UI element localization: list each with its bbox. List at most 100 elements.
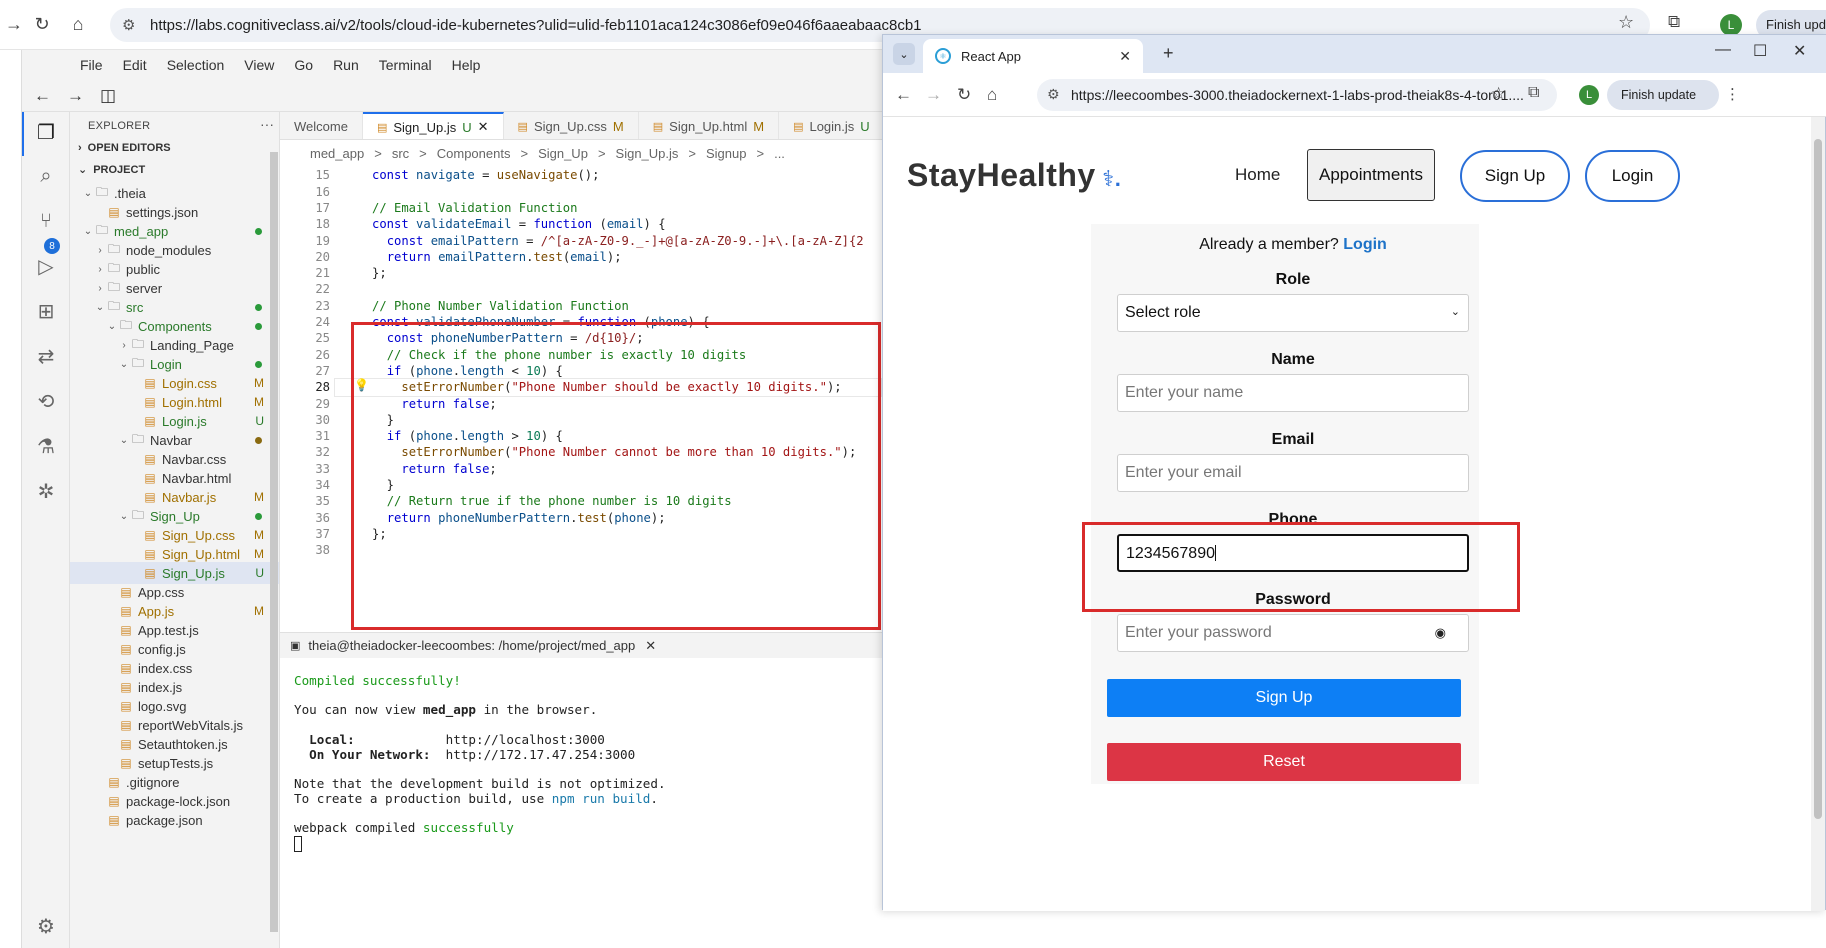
editor-tab[interactable]: ▤ Sign_Up.js U ✕ [362,112,504,139]
explorer-title: EXPLORER [88,120,151,132]
run-debug-icon[interactable]: ▷ [32,252,60,280]
home-icon[interactable]: ⌂ [987,85,997,105]
menu-item[interactable]: View [244,57,274,73]
explorer-icon[interactable]: ❐ [32,118,60,146]
menu-item[interactable]: Terminal [379,57,432,73]
bookmark-star-icon[interactable]: ☆ [1618,12,1634,33]
file-icon: ▤ [144,395,156,409]
terminal-line: On Your Network: http://172.17.47.254:30… [309,746,636,762]
browser-tab-react-app[interactable]: ⚛ React App ✕ [923,39,1143,73]
browser-scrollbar[interactable] [1811,117,1825,911]
code-line: }; [372,266,387,281]
editor-tab[interactable]: Welcome [280,112,363,139]
breadcrumb-separator: > [597,145,606,161]
menu-item[interactable]: File [80,57,103,73]
file-icon: ▤ [108,205,120,219]
breadcrumb-item[interactable]: Sign_Up [538,146,588,161]
search-icon[interactable]: ⌕ [32,162,60,190]
open-editors-section[interactable]: › OPEN EDITORS [78,142,171,154]
login-link[interactable]: Login [1343,236,1387,253]
bookmark-star-icon[interactable]: ☆ [1491,84,1506,104]
breadcrumb-item[interactable]: src [392,146,409,161]
forward-arrow-icon[interactable]: → [67,86,84,106]
scrollbar-thumb[interactable] [1814,139,1822,819]
site-info-icon[interactable]: ⚙ [122,16,135,34]
inner-address-bar[interactable]: ⚙ https://leecoombes-3000.theiadockernex… [1037,79,1557,111]
name-input[interactable]: Enter your name [1117,374,1469,412]
breadcrumb-item[interactable]: Components [437,146,511,161]
menu-item[interactable]: Edit [123,57,147,73]
remote-icon[interactable]: ✲ [32,477,60,505]
close-tab-icon[interactable]: ✕ [1119,48,1131,65]
breadcrumb-item[interactable]: Signup [706,146,746,161]
nav-signup-button[interactable]: Sign Up [1460,150,1570,202]
testing-icon[interactable]: ⚗ [32,432,60,460]
menu-item[interactable]: Run [333,57,359,73]
tab-search-icon[interactable]: ⌄ [893,43,915,65]
new-tab-icon[interactable]: + [1163,43,1174,64]
minimize-icon[interactable]: — [1715,41,1731,59]
breadcrumb-item[interactable]: med_app [310,146,364,161]
menu-item[interactable]: Selection [167,57,225,73]
file-icon: ▤ [376,121,388,134]
forward-icon[interactable]: → [925,85,942,105]
nav-login-button[interactable]: Login [1585,150,1680,202]
editor-tab-label: Sign_Up.js [393,119,457,135]
terminal-tab[interactable]: ▣ theia@theiadocker-leecoombes: /home/pr… [280,632,882,658]
toggle-sidebar-icon[interactable]: ◫ [100,86,116,106]
profile-avatar[interactable]: L [1579,85,1599,105]
git-status-badge: M [254,376,264,390]
terminal-cursor [294,835,302,852]
explorer-scrollbar[interactable] [270,152,278,932]
close-icon[interactable]: ✕ [478,119,489,135]
source-control-icon[interactable]: ⑂ [32,207,60,235]
eye-slash-icon[interactable]: ◉ [1435,625,1446,641]
forward-icon[interactable]: → [0,10,28,38]
menu-item[interactable]: Go [294,57,313,73]
finish-update-button[interactable]: Finish update [1607,80,1719,110]
menu-item[interactable]: Help [452,57,481,73]
reload-icon[interactable]: ↻ [28,10,56,38]
terminal-output[interactable]: Compiled successfully! You can now view m… [280,658,882,948]
code-line: const navigate = useNavigate(); [372,168,600,183]
nav-appointments-button[interactable]: Appointments [1307,149,1435,201]
kebab-menu-icon[interactable]: ⋮ [1725,85,1740,103]
editor-tab[interactable]: ▤ Login.js U [779,112,882,139]
home-icon[interactable]: ⌂ [64,10,92,38]
pull-requests-icon[interactable]: ⇄ [32,342,60,370]
editor-tab[interactable]: ▤ Sign_Up.css M [504,112,639,139]
settings-gear-icon[interactable]: ⚙ [32,912,60,940]
close-window-icon[interactable]: ✕ [1793,41,1806,61]
site-logo[interactable]: StayHealthy ⚕. [907,157,1121,194]
extensions-icon[interactable]: ⊞ [32,297,60,325]
profile-avatar[interactable]: L [1720,14,1742,36]
tree-item-label: reportWebVitals.js [138,717,244,733]
timeline-icon[interactable]: ⟲ [32,387,60,415]
password-input[interactable]: Enter your password ◉ [1117,614,1469,652]
tree-item-label: index.css [138,660,193,676]
code-highlight-box [351,322,881,630]
reload-icon[interactable]: ↻ [957,85,971,105]
extensions-icon[interactable]: ⧉ [1528,84,1539,102]
maximize-icon[interactable]: ☐ [1753,41,1767,61]
tree-file[interactable]: ▤ package.json [70,809,279,831]
back-arrow-icon[interactable]: ← [34,86,51,106]
breadcrumb-item[interactable]: ... [774,146,785,161]
project-section[interactable]: ⌄ PROJECT [78,163,145,176]
close-icon[interactable]: ✕ [645,638,656,654]
email-input[interactable]: Enter your email [1117,454,1469,492]
already-member-text: Already a member? Login [1091,236,1495,254]
reset-button[interactable]: Reset [1107,743,1461,781]
status-dot [255,322,262,330]
role-select[interactable]: Select role ⌄ [1117,294,1469,332]
editor-tab-status: U [860,118,870,134]
breadcrumb-item[interactable]: Sign_Up.js [616,146,679,161]
extensions-icon[interactable]: ⧉ [1668,12,1680,32]
signup-submit-button[interactable]: Sign Up [1107,679,1461,717]
editor-tab[interactable]: ▤ Sign_Up.html M [639,112,780,139]
site-info-icon[interactable]: ⚙ [1047,86,1060,103]
back-icon[interactable]: ← [895,85,912,105]
more-actions-icon[interactable]: ··· [260,116,274,132]
nav-home-link[interactable]: Home [1235,165,1280,185]
breadcrumb-separator: > [520,145,529,161]
